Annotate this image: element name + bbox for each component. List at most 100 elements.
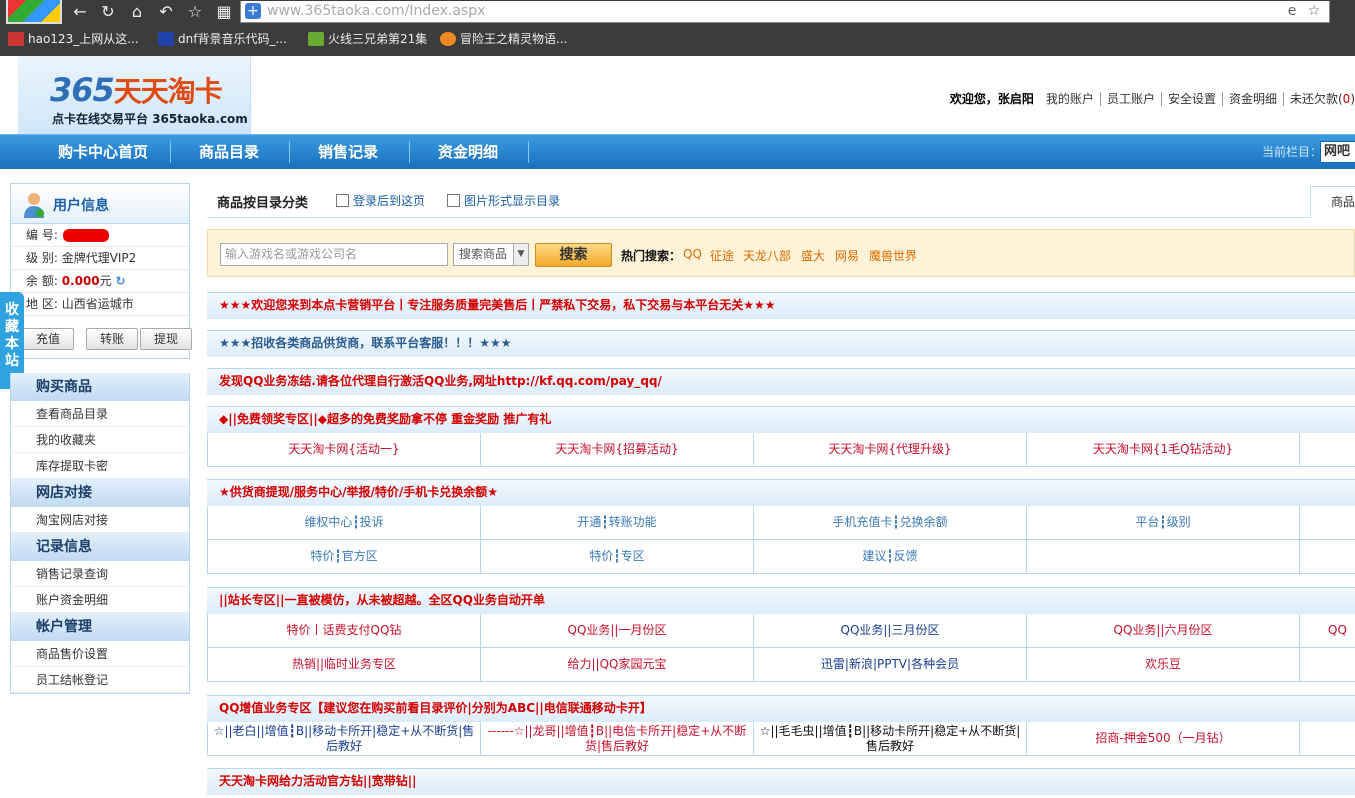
user-avatar-icon <box>24 193 44 218</box>
notice-bar[interactable]: 发现QQ业务冻结.请各位代理自行激活QQ业务,网址http://kf.qq.co… <box>207 368 1355 395</box>
menu-item-extract[interactable]: 库存提取卡密 <box>11 453 189 479</box>
search-panel: 输入游戏名或游戏公司名 搜索商品 ▼ 搜索 热门搜索： QQ 征途 天龙八部 盛大… <box>207 229 1355 277</box>
notice-bar: ★★★招收各类商品供货商，联系平台客服！！！★★★ <box>207 330 1355 357</box>
apps-icon[interactable]: ▦ <box>214 2 234 22</box>
image-mode-label[interactable]: 图片形式显示目录 <box>464 192 560 209</box>
transfer-button[interactable]: 转账 <box>86 328 138 350</box>
table-row: 特价┇官方区 特价┇专区 建议┇反馈 <box>208 540 1355 574</box>
search-input[interactable]: 输入游戏名或游戏公司名 <box>220 243 448 266</box>
withdraw-button[interactable]: 提现 <box>140 328 192 350</box>
nav-home[interactable]: 购卡中心首页 <box>43 135 163 170</box>
table-cell[interactable]: QQ <box>1300 614 1355 648</box>
bookmark-item[interactable]: hao123_上网从这... <box>8 28 139 50</box>
table-cell[interactable]: 天天淘卡网{代理升级} <box>754 433 1027 467</box>
link-debt[interactable]: 未还欠款(0) <box>1284 92 1355 106</box>
section-table: 维权中心┇投诉 开通┇转账功能 手机充值卡┇兑换余额 平台┇级别 特价┇官方区 … <box>207 506 1355 574</box>
table-row: ☆||老白||增值┇B||移动卡所开|稳定+从不断货|售后教好 ------☆|… <box>208 722 1355 756</box>
link-my-account[interactable]: 我的账户 <box>1040 92 1101 106</box>
bookmark-star-icon[interactable]: ☆ <box>1305 2 1323 20</box>
current-column-label: 当前栏目： <box>1262 145 1323 159</box>
bookmark-item[interactable]: 火线三兄弟第21集 <box>308 28 427 50</box>
search-type-select[interactable]: 搜索商品 ▼ <box>453 243 529 266</box>
ie-icon[interactable]: e <box>1283 2 1301 20</box>
notice-bar: ★★★欢迎您来到本点卡营销平台丨专注服务质量完美售后丨严禁私下交易，私下交易与本… <box>207 292 1355 319</box>
menu-item-staff-checkout[interactable]: 员工结帐登记 <box>11 667 189 693</box>
table-cell[interactable]: ------☆||龙哥||增值┇B||电信卡所开|稳定+从不断货|售后教好 <box>481 722 754 756</box>
plus-icon: + <box>245 3 261 19</box>
user-id-row: 编 号: <box>11 224 189 247</box>
side-menu: 购买商品 查看商品目录 我的收藏夹 库存提取卡密 网店对接 淘宝网店对接 记录信… <box>10 373 190 694</box>
table-cell[interactable]: 特价┇官方区 <box>208 540 481 574</box>
table-cell[interactable]: 特价┇专区 <box>481 540 754 574</box>
hot-search-label: 热门搜索： <box>621 249 682 263</box>
menu-item-fund-detail[interactable]: 账户资金明细 <box>11 587 189 613</box>
table-cell[interactable]: 给力||QQ家园元宝 <box>481 648 754 682</box>
table-cell[interactable]: QQ业务||三月份区 <box>754 614 1027 648</box>
back-icon[interactable]: ← <box>70 2 90 22</box>
table-cell[interactable]: 热销||临时业务专区 <box>208 648 481 682</box>
hot-word[interactable]: 盛大 <box>801 247 825 264</box>
refresh-icon[interactable]: ↻ <box>98 2 118 22</box>
link-funds[interactable]: 资金明细 <box>1223 92 1284 106</box>
hot-word[interactable]: 网易 <box>835 247 859 264</box>
browser-chrome: ← ↻ ⌂ ↶ ☆ ▦ + www.365taoka.com/Index.asp… <box>0 0 1355 56</box>
table-cell[interactable]: ☆||老白||增值┇B||移动卡所开|稳定+从不断货|售后教好 <box>208 722 481 756</box>
image-mode-checkbox[interactable] <box>447 194 460 207</box>
menu-item-taobao[interactable]: 淘宝网店对接 <box>11 507 189 533</box>
nav-funds[interactable]: 资金明细 <box>408 135 528 170</box>
recharge-button[interactable]: 充值 <box>22 328 74 350</box>
table-cell[interactable]: 欢乐豆 <box>1027 648 1300 682</box>
address-bar[interactable]: + www.365taoka.com/Index.aspx e ☆ <box>240 1 1330 23</box>
section-table: ☆||老白||增值┇B||移动卡所开|稳定+从不断货|售后教好 ------☆|… <box>207 722 1355 756</box>
table-cell[interactable]: 手机充值卡┇兑换余额 <box>754 506 1027 540</box>
table-cell[interactable]: 维权中心┇投诉 <box>208 506 481 540</box>
login-redirect-label[interactable]: 登录后到这页 <box>353 192 425 209</box>
section-table: 天天淘卡网{活动一} 天天淘卡网{招募活动} 天天淘卡网{代理升级} 天天淘卡网… <box>207 433 1355 467</box>
login-redirect-checkbox[interactable] <box>336 194 349 207</box>
hot-word[interactable]: 天龙八部 <box>743 247 791 264</box>
hot-word[interactable]: 征途 <box>710 247 734 264</box>
current-column-select[interactable]: 网吧售 <box>1320 141 1355 163</box>
home-icon[interactable]: ⌂ <box>127 2 147 22</box>
user-level-row: 级 别: 金牌代理VIP2 <box>11 247 189 270</box>
table-cell[interactable]: 天天淘卡网{招募活动} <box>481 433 754 467</box>
table-cell[interactable]: 特价丨话费支付QQ钻 <box>208 614 481 648</box>
table-cell[interactable]: 建议┇反馈 <box>754 540 1027 574</box>
star-icon[interactable]: ☆ <box>185 2 205 22</box>
table-cell[interactable]: 平台┇级别 <box>1027 506 1300 540</box>
section-table: 特价丨话费支付QQ钻 QQ业务||一月份区 QQ业务||三月份区 QQ业务||六… <box>207 614 1355 682</box>
menu-item-sales-query[interactable]: 销售记录查询 <box>11 561 189 587</box>
refresh-balance-icon[interactable]: ↻ <box>116 274 126 288</box>
undo-icon[interactable]: ↶ <box>156 2 176 22</box>
menu-item-favorites[interactable]: 我的收藏夹 <box>11 427 189 453</box>
user-info-box: 用户信息 编 号: 级 别: 金牌代理VIP2 余 额: 0.000元 ↻ 地 … <box>10 183 192 359</box>
table-cell[interactable]: 天天淘卡网{1毛Q钻活动} <box>1027 433 1300 467</box>
table-cell[interactable]: ☆||毛毛虫||增值┇B||移动卡所开|稳定+从不断货|售后教好 <box>754 722 1027 756</box>
table-row: 特价丨话费支付QQ钻 QQ业务||一月份区 QQ业务||三月份区 QQ业务||六… <box>208 614 1355 648</box>
menu-item-price-settings[interactable]: 商品售价设置 <box>11 641 189 667</box>
chevron-down-icon: ▼ <box>513 244 528 265</box>
link-staff-account[interactable]: 员工账户 <box>1101 92 1162 106</box>
section-title: QQ增值业务专区【建议您在购买前看目录评价|分别为ABC||电信联通移动卡开】 <box>207 695 1355 722</box>
section-title: ★供货商提现/服务中心/举报/特价/手机卡兑换余额★ <box>207 479 1355 506</box>
nav-catalog[interactable]: 商品目录 <box>169 135 289 170</box>
hot-word[interactable]: QQ <box>683 247 702 261</box>
hot-word[interactable]: 魔兽世界 <box>869 247 917 264</box>
section-title: ◆||免费领奖专区||◆超多的免费奖励拿不停 重金奖励 推广有礼 <box>207 406 1355 433</box>
bookmark-item[interactable]: 冒险王之精灵物语... <box>440 28 567 50</box>
nav-sales[interactable]: 销售记录 <box>288 135 408 170</box>
menu-item-catalog[interactable]: 查看商品目录 <box>11 401 189 427</box>
table-cell[interactable]: 迅雷|新浪|PPTV|各种会员 <box>754 648 1027 682</box>
link-security[interactable]: 安全设置 <box>1162 92 1223 106</box>
search-button[interactable]: 搜索 <box>535 243 612 267</box>
tab-products[interactable]: 商品 <box>1310 186 1355 219</box>
table-cell[interactable]: QQ业务||六月份区 <box>1027 614 1300 648</box>
browser-logo-icon[interactable] <box>6 0 62 24</box>
table-cell[interactable]: QQ业务||一月份区 <box>481 614 754 648</box>
site-logo[interactable]: 365天天淘卡 点卡在线交易平台 365taoka.com <box>18 56 251 134</box>
table-cell[interactable]: 招商-押金500（一月钻） <box>1027 722 1300 756</box>
bookmark-item[interactable]: dnf背景音乐代码_... <box>158 28 287 50</box>
user-balance-row: 余 额: 0.000元 ↻ <box>11 270 189 293</box>
table-cell[interactable]: 开通┇转账功能 <box>481 506 754 540</box>
table-cell[interactable]: 天天淘卡网{活动一} <box>208 433 481 467</box>
